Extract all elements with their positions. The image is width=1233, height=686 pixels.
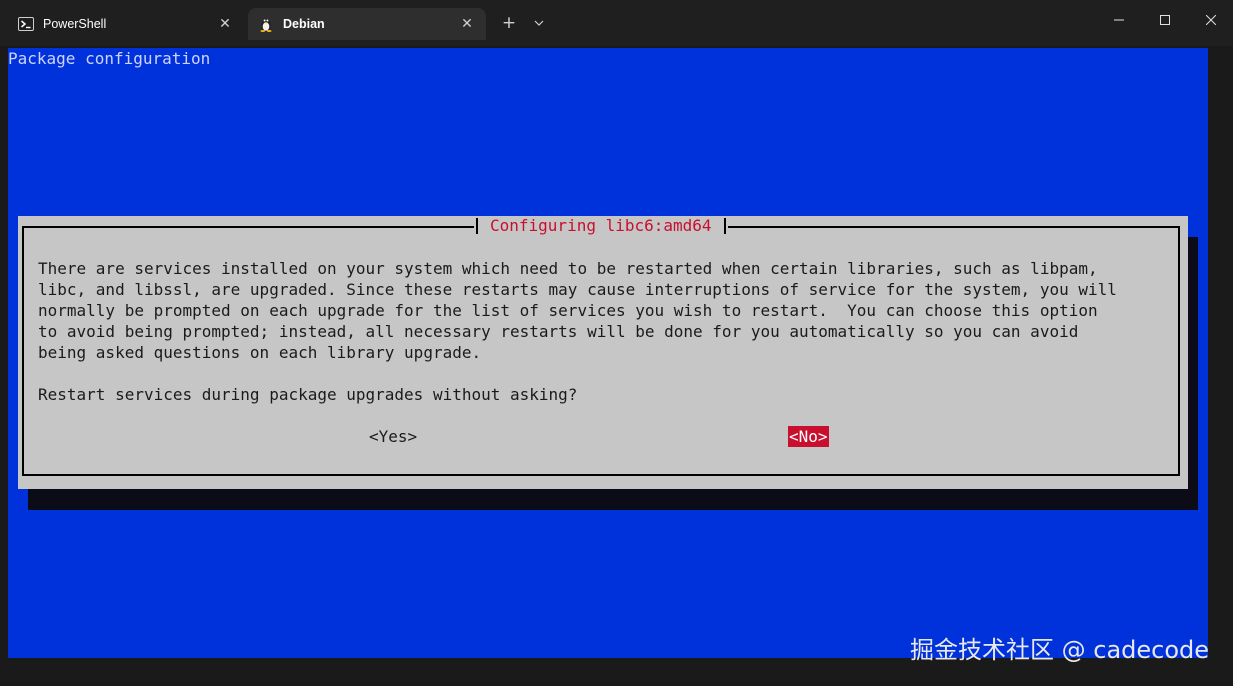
close-icon[interactable]: ✕ — [216, 15, 234, 33]
config-dialog: Configuring libc6:amd64 There are servic… — [18, 216, 1188, 489]
tab-powershell[interactable]: PowerShell ✕ — [8, 8, 244, 40]
minimize-icon[interactable] — [1096, 8, 1142, 32]
close-icon[interactable]: ✕ — [458, 15, 476, 33]
powershell-icon — [18, 16, 34, 32]
no-button[interactable]: <No> — [788, 426, 829, 447]
window-close-icon[interactable] — [1188, 8, 1233, 32]
dialog-question: Restart services during package upgrades… — [38, 385, 578, 404]
maximize-icon[interactable] — [1142, 8, 1188, 32]
chevron-down-icon[interactable] — [530, 13, 548, 33]
title-bar: PowerShell ✕ Debian ✕ + — [0, 0, 1233, 46]
tab-debian[interactable]: Debian ✕ — [248, 8, 486, 40]
scrollbar[interactable] — [1208, 48, 1225, 658]
title-separator-right — [723, 218, 726, 234]
terminal-viewport[interactable]: Package configuration Configuring libc6:… — [8, 48, 1208, 658]
backtitle: Package configuration — [8, 49, 211, 68]
dialog-message: There are services installed on your sys… — [38, 259, 1117, 362]
linux-penguin-icon — [258, 16, 274, 32]
yes-button[interactable]: <Yes> — [368, 426, 418, 447]
tab-title-debian: Debian — [283, 17, 325, 31]
dialog-title: Configuring libc6:amd64 — [490, 216, 712, 235]
tab-title-powershell: PowerShell — [43, 17, 107, 31]
plus-icon[interactable]: + — [498, 12, 520, 34]
dialog-title-bar: Configuring libc6:amd64 — [474, 216, 728, 236]
watermark-text: 掘金技术社区 @ cadecode — [910, 636, 1210, 664]
